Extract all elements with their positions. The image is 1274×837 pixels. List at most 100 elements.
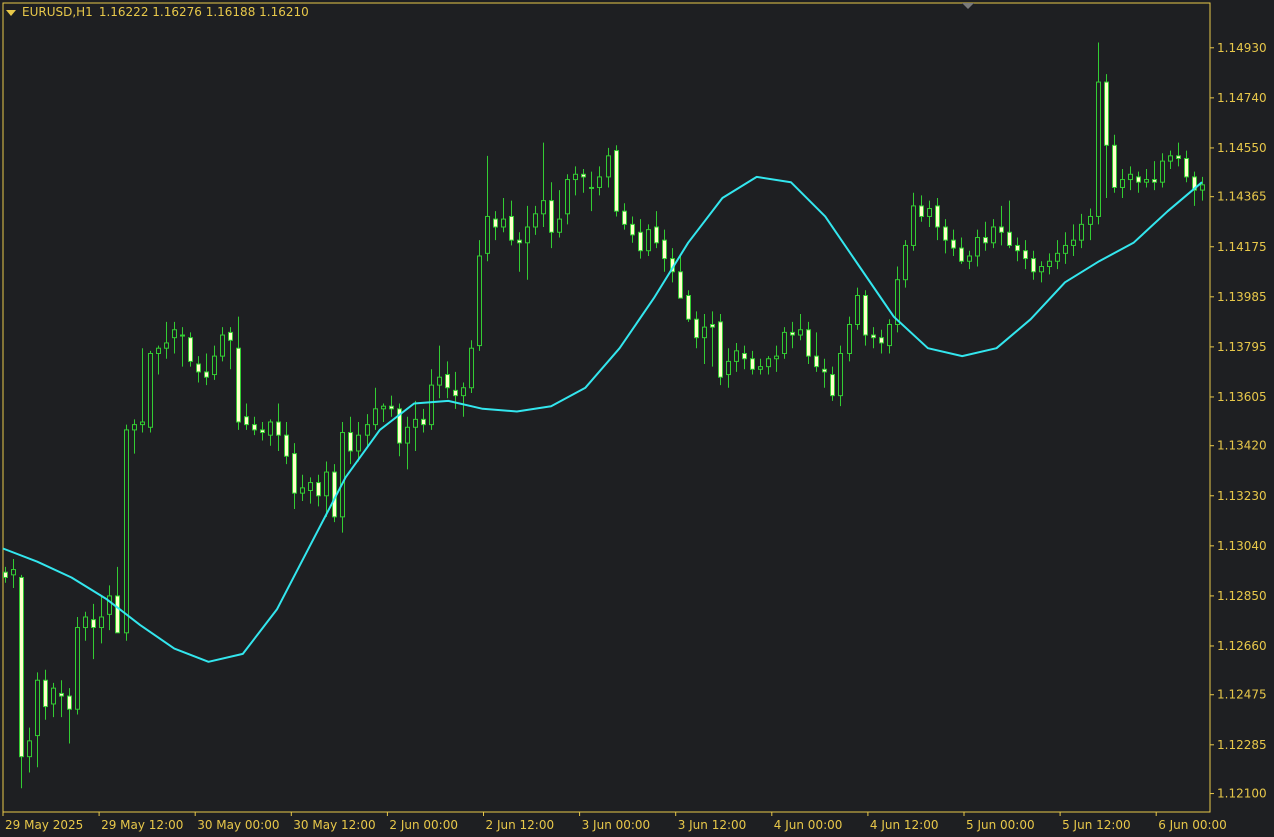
candle <box>332 464 337 523</box>
candle <box>549 182 554 249</box>
candle <box>405 416 410 470</box>
candle <box>381 403 386 422</box>
candle-body <box>614 150 619 212</box>
x-tick-label: 3 Jun 00:00 <box>582 818 651 832</box>
candle-body <box>107 595 112 615</box>
candle-body <box>822 368 827 373</box>
candle <box>622 203 627 230</box>
candle-body <box>35 679 40 737</box>
candle-body <box>710 323 715 328</box>
candle-body <box>373 408 378 426</box>
candle <box>1007 200 1012 249</box>
candle <box>19 574 24 789</box>
y-tick-label: 1.13230 <box>1217 489 1267 503</box>
candle <box>1063 232 1068 264</box>
candle-body <box>622 210 627 225</box>
candle <box>718 313 723 386</box>
y-tick-label: 1.14740 <box>1217 91 1267 105</box>
candle <box>340 421 345 533</box>
candle <box>533 205 538 235</box>
candle <box>43 669 48 720</box>
candle-body <box>694 318 699 339</box>
candle-body <box>300 487 305 494</box>
candle-body <box>324 471 329 497</box>
candle-body <box>991 226 996 244</box>
candle-body <box>276 421 281 436</box>
candle-body <box>911 205 916 246</box>
candle <box>276 403 281 451</box>
candle <box>911 192 916 251</box>
candle-body <box>758 366 763 370</box>
candle <box>1104 74 1109 199</box>
candle-body <box>493 218 498 228</box>
candle-body <box>67 695 72 710</box>
candle-body <box>638 231 643 252</box>
candle-body <box>863 295 868 336</box>
candle-body <box>140 421 145 426</box>
candle <box>758 358 763 375</box>
chart-header: EURUSD,H1 1.16222 1.16276 1.16188 1.1621… <box>6 5 309 19</box>
candle-body <box>188 337 193 362</box>
chart-window: 1.14930 1.14740 1.14550 1.14365 1.14175 1.139… <box>0 0 1274 837</box>
candle-body <box>871 334 876 339</box>
x-tick-label: 4 Jun 12:00 <box>870 818 939 832</box>
candle-body <box>1047 260 1052 268</box>
candle <box>59 680 64 718</box>
candle-body <box>983 237 988 244</box>
candle <box>1096 42 1101 225</box>
candle-body <box>180 334 185 337</box>
candle-body <box>1096 81 1101 217</box>
candle-body <box>405 426 410 444</box>
candle <box>742 345 747 370</box>
candle <box>477 240 482 351</box>
candle <box>1079 213 1084 249</box>
candle <box>517 232 522 272</box>
candle-body <box>27 740 32 758</box>
candle <box>903 240 908 288</box>
candle <box>975 229 980 267</box>
candle <box>855 287 860 330</box>
candle-body <box>750 358 755 370</box>
candle <box>606 147 611 188</box>
candle-body <box>204 371 209 378</box>
candle-body <box>220 334 225 357</box>
candle-body <box>597 176 602 188</box>
candle <box>148 350 153 433</box>
candle-body <box>774 355 779 360</box>
ohlc-readout: 1.16222 1.16276 1.16188 1.16210 <box>98 5 309 19</box>
candle <box>847 316 852 362</box>
x-tick-label: 2 Jun 12:00 <box>486 818 555 832</box>
x-tick-label: 5 Jun 12:00 <box>1062 818 1131 832</box>
candle <box>654 211 659 249</box>
candle-body <box>557 218 562 233</box>
y-tick-label: 1.13985 <box>1217 290 1267 304</box>
candle <box>662 229 667 272</box>
candle <box>1071 224 1076 256</box>
candle <box>107 585 112 631</box>
y-tick-label: 1.12850 <box>1217 589 1267 603</box>
candle <box>316 474 321 507</box>
candle <box>734 342 739 372</box>
y-tick-label: 1.13795 <box>1217 340 1267 354</box>
candle <box>1031 250 1036 280</box>
candle <box>774 345 779 372</box>
candle <box>437 345 442 399</box>
candle <box>1039 261 1044 283</box>
candle <box>389 395 394 417</box>
candle-body <box>308 482 313 492</box>
candle <box>115 566 120 634</box>
candle <box>1176 142 1181 167</box>
candle-body <box>702 326 707 339</box>
dropdown-triangle-icon[interactable] <box>6 9 16 16</box>
candle <box>967 250 972 270</box>
candle-body <box>445 374 450 389</box>
candle-body <box>718 321 723 378</box>
symbol-label[interactable]: EURUSD,H1 <box>22 5 93 19</box>
candle-body <box>782 331 787 354</box>
candle-body <box>453 389 458 397</box>
candle-body <box>292 453 297 494</box>
candle <box>493 211 498 241</box>
candle <box>782 327 787 359</box>
candle-body <box>340 432 345 518</box>
scroll-marker-icon[interactable] <box>962 3 974 9</box>
